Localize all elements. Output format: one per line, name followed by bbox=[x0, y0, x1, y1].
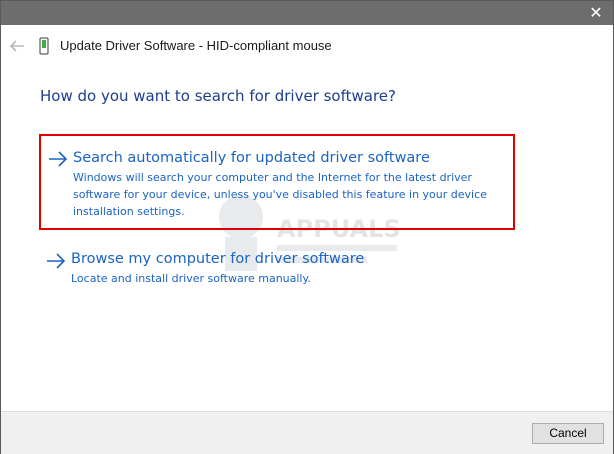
option-description: Windows will search your computer and th… bbox=[73, 171, 487, 218]
arrow-right-icon bbox=[49, 151, 68, 167]
mouse-device-icon bbox=[39, 37, 49, 55]
navigation-bar: Update Driver Software - HID-compliant m… bbox=[1, 25, 613, 67]
browse-computer-option[interactable]: Browse my computer for driver software L… bbox=[39, 246, 515, 292]
search-automatically-option[interactable]: Search automatically for updated driver … bbox=[39, 134, 515, 230]
close-icon: ✕ bbox=[589, 3, 603, 22]
option-title: Browse my computer for driver software bbox=[71, 251, 365, 267]
option-title: Search automatically for updated driver … bbox=[73, 150, 430, 166]
cancel-button[interactable]: Cancel bbox=[532, 423, 604, 444]
close-button[interactable]: ✕ bbox=[587, 4, 605, 22]
update-driver-dialog: ✕ Update Driver Software - HID-compliant… bbox=[0, 0, 614, 454]
dialog-footer: Cancel bbox=[1, 411, 613, 454]
page-heading: How do you want to search for driver sof… bbox=[40, 87, 396, 105]
title-bar[interactable]: ✕ bbox=[1, 1, 613, 25]
back-arrow-icon[interactable] bbox=[8, 37, 26, 55]
dialog-title: Update Driver Software - HID-compliant m… bbox=[60, 38, 332, 53]
arrow-right-icon bbox=[47, 253, 66, 269]
option-description: Locate and install driver software manua… bbox=[71, 272, 311, 285]
